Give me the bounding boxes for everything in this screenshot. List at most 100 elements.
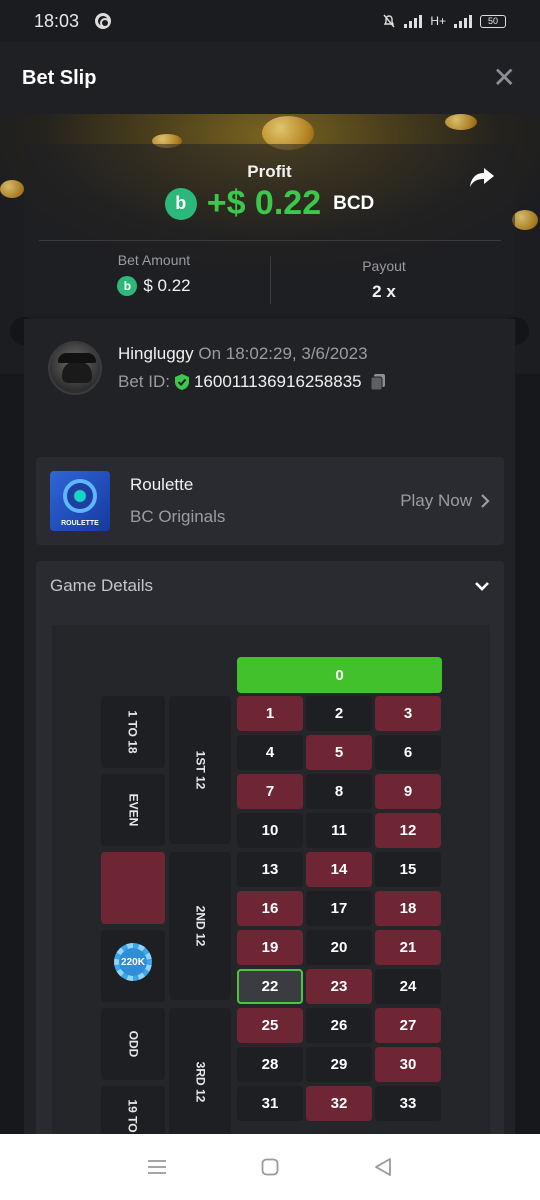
status-bar: 18:03 H+ 50 [0, 0, 540, 42]
bet-id-label: Bet ID: [118, 372, 170, 391]
bet-amount-label: Bet Amount [117, 252, 191, 268]
coin-decoration [512, 210, 538, 230]
number-cell-15[interactable]: 15 [375, 852, 441, 887]
red-bet[interactable] [101, 852, 165, 924]
play-now-button[interactable]: Play Now [400, 491, 490, 511]
number-cell-2[interactable]: 2 [306, 696, 372, 731]
dozen-label: 2ND 12 [193, 905, 207, 947]
number-cell-22[interactable]: 22 [237, 969, 303, 1004]
number-cell-33[interactable]: 33 [375, 1086, 441, 1121]
number-cell-7[interactable]: 7 [237, 774, 303, 809]
game-details-header[interactable]: Game Details [36, 561, 504, 611]
clock: 18:03 [34, 10, 80, 31]
share-icon[interactable] [469, 166, 495, 188]
system-nav-bar [0, 1134, 540, 1200]
chevron-right-icon [481, 494, 490, 508]
bcd-coin-icon: b [164, 187, 197, 220]
number-cell-12[interactable]: 12 [375, 813, 441, 848]
payout-label: Payout [362, 258, 406, 274]
number-cell-31[interactable]: 31 [237, 1086, 303, 1121]
page-title: Bet Slip [22, 66, 97, 89]
high-bet[interactable]: 19 TO [101, 1086, 165, 1134]
dozen-label: 1ST 12 [192, 750, 207, 790]
low-bet[interactable]: 1 TO 18 [101, 696, 165, 768]
number-cell-26[interactable]: 26 [306, 1008, 372, 1043]
game-details-section: Game Details 0 1 2 3 4 5 6 7 8 9 10 11 12 13 14 15 16 17 1… [36, 561, 504, 1134]
coin-decoration [0, 180, 24, 198]
close-icon[interactable]: ✕ [493, 64, 516, 92]
outside-bet-label: 19 TO [125, 1099, 140, 1133]
avatar[interactable] [48, 341, 102, 395]
play-now-label: Play Now [400, 491, 472, 510]
number-cell-0[interactable]: 0 [237, 657, 442, 693]
number-cell-25[interactable]: 25 [237, 1008, 303, 1043]
number-cell-14[interactable]: 14 [306, 852, 372, 887]
number-cell-10[interactable]: 10 [237, 813, 303, 848]
menu-nav-icon[interactable] [145, 1156, 169, 1178]
bet-chip-icon: 220K [114, 943, 152, 981]
number-cell-30[interactable]: 30 [375, 1047, 441, 1082]
game-details-title: Game Details [50, 576, 153, 595]
chevron-down-icon[interactable] [474, 581, 490, 591]
outside-bet-label: ODD [125, 1030, 140, 1058]
bet-slip-header: Bet Slip ✕ [0, 42, 540, 114]
back-nav-icon[interactable] [371, 1156, 395, 1178]
number-cell-27[interactable]: 27 [375, 1008, 441, 1043]
divider [39, 240, 501, 241]
number-cell-24[interactable]: 24 [375, 969, 441, 1004]
divider [270, 256, 271, 304]
number-cell-20[interactable]: 20 [306, 930, 372, 965]
number-cell-16[interactable]: 16 [237, 891, 303, 926]
number-cell-11[interactable]: 11 [306, 813, 372, 848]
number-cell-19[interactable]: 19 [237, 930, 303, 965]
even-bet[interactable]: EVEN [101, 774, 165, 846]
bet-detail-panel: Hingluggy On 18:02:29, 3/6/2023 Bet ID: … [24, 319, 515, 1134]
number-cell-9[interactable]: 9 [375, 774, 441, 809]
dozen-bet-2[interactable]: 2ND 12 [169, 852, 231, 1000]
bet-id: 160011136916258835 [193, 372, 362, 391]
dozen-bet-1[interactable]: 1ST 12 [169, 696, 231, 844]
bet-amount-value: $ 0.22 [143, 276, 191, 295]
number-cell-13[interactable]: 13 [237, 852, 303, 887]
outside-bet-label: 1 TO 18 [125, 710, 140, 754]
number-cell-23[interactable]: 23 [306, 969, 372, 1004]
profit-panel: Profit b +$ 0.22 BCD Bet Amount b $ 0.22 … [24, 144, 515, 314]
username[interactable]: Hingluggy [118, 344, 194, 363]
bcd-coin-icon: b [117, 276, 138, 296]
game-provider: BC Originals [130, 507, 226, 526]
bet-slip-content[interactable]: Profit b +$ 0.22 BCD Bet Amount b $ 0.22 … [0, 114, 540, 1134]
roulette-board: 0 1 2 3 4 5 6 7 8 9 10 11 12 13 14 15 16 17 18 19 20 21 22 23 24… [52, 625, 490, 1134]
bet-time: On 18:02:29, 3/6/2023 [198, 344, 368, 363]
profit-row: b +$ 0.22 BCD [24, 184, 515, 223]
copy-icon[interactable] [370, 373, 386, 391]
number-cell-6[interactable]: 6 [375, 735, 441, 770]
mute-icon [383, 14, 395, 28]
profit-currency: BCD [333, 192, 375, 214]
outside-bet-label: EVEN [126, 793, 140, 827]
number-cell-21[interactable]: 21 [375, 930, 441, 965]
dozen-label: 3RD 12 [193, 1061, 207, 1103]
number-cell-3[interactable]: 3 [375, 696, 441, 731]
dozen-bet-3[interactable]: 3RD 12 [169, 1008, 231, 1134]
payout-value: 2 x [372, 282, 396, 301]
thumbnail-label: ROULETTE [61, 520, 99, 527]
number-cell-5[interactable]: 5 [306, 735, 372, 770]
number-cell-4[interactable]: 4 [237, 735, 303, 770]
chrome-icon [95, 13, 112, 29]
signal-icon-2 [454, 14, 472, 28]
number-cell-18[interactable]: 18 [375, 891, 441, 926]
number-cell-1[interactable]: 1 [237, 696, 303, 731]
number-cell-29[interactable]: 29 [306, 1047, 372, 1082]
profit-label: Profit [247, 162, 292, 181]
odd-bet[interactable]: ODD [101, 1008, 165, 1080]
bet-id-row: Bet ID: 160011136916258835 [118, 372, 386, 392]
number-cell-17[interactable]: 17 [306, 891, 372, 926]
game-row[interactable]: ROULETTE Roulette BC Originals Play Now [36, 457, 504, 545]
home-nav-icon[interactable] [258, 1156, 282, 1178]
chip-label: 220K [119, 948, 147, 976]
number-cell-28[interactable]: 28 [237, 1047, 303, 1082]
number-cell-32[interactable]: 32 [306, 1086, 372, 1121]
number-cell-8[interactable]: 8 [306, 774, 372, 809]
payout: Payout 2 x [294, 258, 474, 302]
roulette-thumbnail[interactable]: ROULETTE [50, 471, 110, 531]
